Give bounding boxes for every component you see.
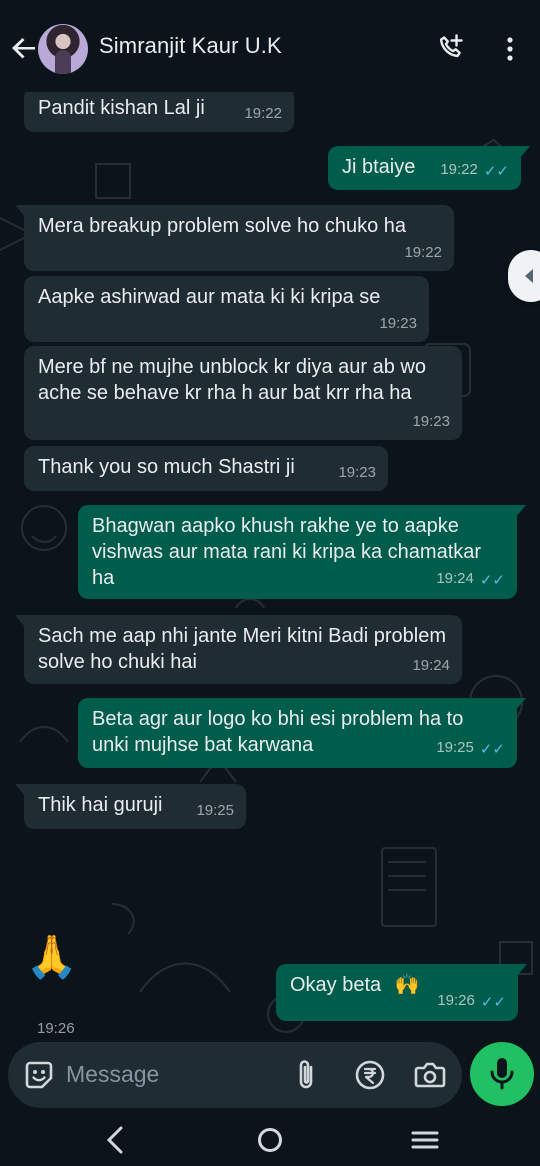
nav-back-icon[interactable] [102, 1125, 128, 1155]
message-bubble[interactable]: Beta agr aur logo ko bhi esi problem ha … [78, 698, 526, 768]
message-bubble[interactable]: Aapke ashirwad aur mata ki ki kripa se 1… [24, 276, 429, 342]
message-time: 19:26 ✓✓ [437, 988, 506, 1016]
message-text: Beta agr aur logo ko bhi esi problem ha … [92, 708, 464, 756]
message-time: 19:23 [338, 464, 376, 481]
message-text: Pandit kishan Lal ji [38, 97, 205, 119]
nav-home-icon[interactable] [256, 1126, 284, 1154]
message-text: Mere bf ne mujhe unblock kr diya aur ab … [38, 356, 426, 404]
message-bubble[interactable]: Pandit kishan Lal ji 19:22 [24, 92, 294, 132]
message-text: Thik hai guruji [38, 794, 163, 816]
voice-message-button[interactable] [470, 1042, 534, 1106]
message-time: 19:26 [37, 1020, 75, 1037]
message-text: Bhagwan aapko khush rakhe ye to aapke vi… [92, 515, 482, 589]
back-arrow-icon[interactable] [8, 32, 40, 64]
message-text: Thank you so much Shastri ji [38, 456, 295, 478]
message-bubble[interactable]: Okay beta 🙌 19:26 ✓✓ [276, 964, 527, 1021]
message-text: Okay beta [290, 974, 382, 996]
time-value: 19:25 [436, 739, 474, 756]
message-bubble[interactable]: Ji btaiye 19:22 ✓✓ [328, 146, 530, 190]
more-vertical-icon[interactable] [496, 35, 524, 63]
message-bubble[interactable]: Sach me aap nhi jante Meri kitni Badi pr… [15, 615, 462, 684]
message-bubble[interactable]: Bhagwan aapko khush rakhe ye to aapke vi… [78, 505, 526, 599]
message-bubble[interactable]: Mere bf ne mujhe unblock kr diya aur ab … [24, 346, 462, 440]
message-time: 19:22 ✓✓ [440, 157, 509, 185]
double-check-icon: ✓✓ [483, 163, 509, 180]
message-time: 19:25 ✓✓ [436, 735, 505, 763]
attach-icon[interactable] [291, 1058, 321, 1092]
contact-avatar[interactable] [38, 24, 88, 74]
chat-thread[interactable]: Pandit kishan Lal ji 19:22 Ji btaiye 19:… [0, 92, 540, 1038]
message-text: Ji btaiye [342, 156, 416, 178]
message-placeholder: Message [66, 1061, 160, 1087]
time-value: 19:24 [436, 570, 474, 587]
time-value: 19:22 [440, 161, 478, 178]
double-check-icon: ✓✓ [479, 741, 505, 758]
message-text: Aapke ashirwad aur mata ki ki kripa se [38, 286, 381, 308]
double-check-icon: ✓✓ [480, 994, 506, 1011]
message-bubble[interactable]: Thik hai guruji 19:25 [15, 784, 246, 829]
message-bubble[interactable]: Mera breakup problem solve ho chuko ha 1… [15, 205, 454, 271]
message-input-field[interactable]: Message [8, 1042, 462, 1108]
contact-name[interactable]: Simranjit Kaur U.K [99, 33, 282, 59]
raising-hands-emoji: 🙌 [394, 974, 420, 996]
side-panel-tab[interactable] [508, 250, 540, 302]
message-time: 19:24 ✓✓ [436, 566, 505, 594]
system-navigation-bar [0, 1114, 540, 1166]
message-time: 19:22 [404, 244, 442, 261]
chat-header: Simranjit Kaur U.K [0, 0, 540, 92]
message-text: Sach me aap nhi jante Meri kitni Badi pr… [38, 625, 446, 673]
message-time: 19:23 [379, 315, 417, 332]
nav-menu-icon[interactable] [410, 1129, 440, 1151]
message-time: 19:22 [244, 105, 282, 122]
emoji-message[interactable]: 🙏 19:26 [25, 932, 79, 1038]
double-check-icon: ✓✓ [479, 572, 505, 589]
emoji-icon[interactable] [23, 1059, 55, 1091]
add-call-icon[interactable] [436, 32, 466, 62]
folded-hands-emoji: 🙏 [25, 933, 79, 980]
message-text: Mera breakup problem solve ho chuko ha [38, 215, 406, 237]
mic-icon [490, 1058, 514, 1090]
time-value: 19:26 [437, 992, 475, 1009]
message-time: 19:23 [412, 413, 450, 430]
message-bubble[interactable]: Thank you so much Shastri ji 19:23 [24, 446, 388, 491]
message-time: 19:25 [196, 802, 234, 819]
rupee-icon[interactable] [354, 1059, 386, 1091]
message-time: 19:24 [412, 657, 450, 674]
camera-icon[interactable] [413, 1059, 447, 1091]
message-composer: Message [0, 1038, 540, 1114]
